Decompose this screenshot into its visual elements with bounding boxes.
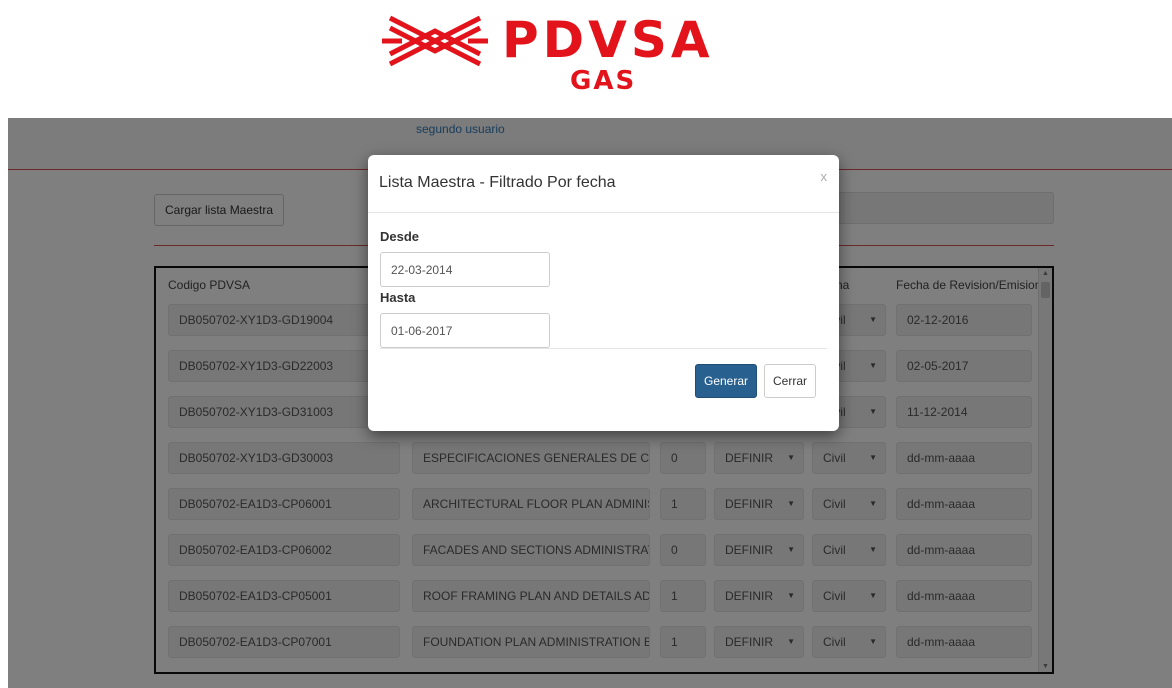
generate-button[interactable]: Generar <box>695 364 757 398</box>
logo-subtitle: GAS <box>570 66 637 96</box>
from-date-input[interactable] <box>380 252 550 287</box>
modal-title: Lista Maestra - Filtrado Por fecha <box>379 174 616 191</box>
from-label: Desde <box>380 229 420 244</box>
pdvsa-logo-icon <box>382 15 488 67</box>
to-label: Hasta <box>380 290 416 305</box>
logo-wordmark: PDVSA <box>502 11 714 69</box>
modal-header: Lista Maestra - Filtrado Por fecha x <box>368 155 839 213</box>
cancel-button[interactable]: Cerrar <box>764 364 816 398</box>
date-filter-modal: Lista Maestra - Filtrado Por fecha x Des… <box>368 155 839 431</box>
logo-header: PDVSA GAS <box>0 0 1172 110</box>
modal-footer-divider <box>380 348 827 349</box>
to-date-input[interactable] <box>380 313 550 348</box>
close-icon[interactable]: x <box>821 169 828 184</box>
